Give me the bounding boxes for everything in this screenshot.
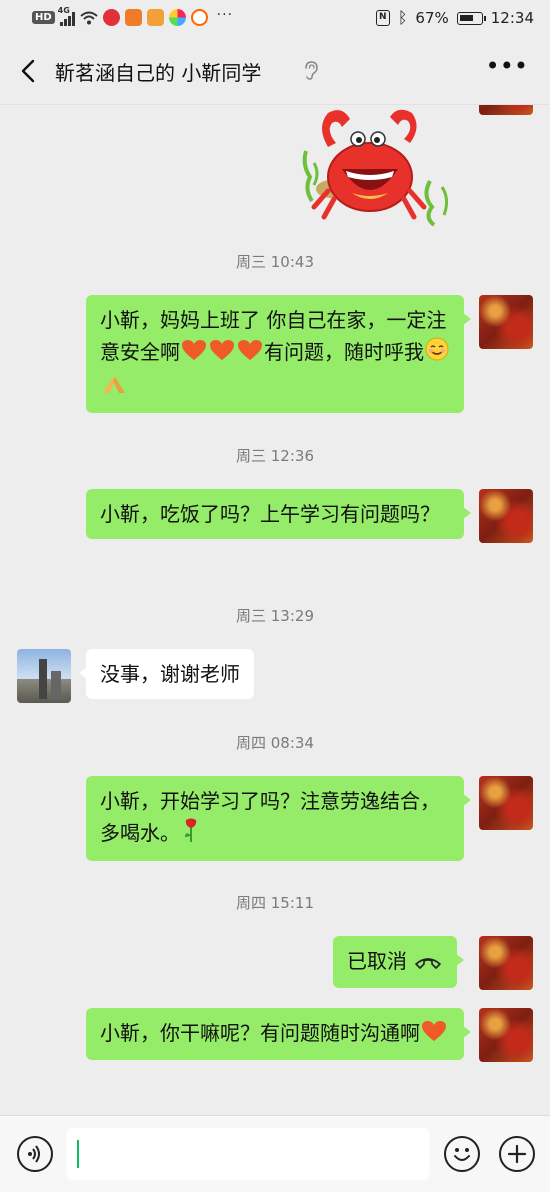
avatar[interactable] [17,649,71,703]
message-text: 小靳，开始学习了吗？注意劳逸结合，多喝水。 [100,789,440,845]
message-text: 小靳，你干嘛呢？有问题随时沟通啊 [100,1021,420,1045]
message-text: 已取消 [347,949,407,973]
call-icon [414,947,442,979]
more-notifications-icon: ··· [216,6,234,23]
sent-message[interactable]: 小靳，妈妈上班了 你自己在家，一定注意安全啊 有问题，随时呼我 [86,295,471,413]
chat-header: 靳茗涵自己的 小靳同学 ••• [0,38,550,105]
chat-title: 靳茗涵自己的 小靳同学 [55,61,262,85]
battery-percent: 67% [415,9,449,27]
status-left: HD 4G ··· [32,6,234,26]
text-caret [77,1140,79,1168]
avatar[interactable] [479,489,533,543]
message-text: 小靳，吃饭了吗？上午学习有问题吗？ [100,502,440,526]
plus-icon[interactable] [499,1136,535,1172]
app-icon-1 [102,9,120,26]
heart-emoji [237,338,263,370]
avatar[interactable] [479,295,533,349]
hd-badge: HD [32,11,55,24]
wifi-icon [80,11,98,24]
smile-emoji [425,337,449,370]
message-list[interactable]: 周三 10:43 小靳，妈妈上班了 你自己在家，一定注意安全啊 有问题，随时呼我 … [0,105,550,1115]
signal-icon: 4G [58,6,75,26]
bluetooth-icon: ᛒ [397,8,408,27]
message-text-tail: 有问题，随时呼我 [264,340,424,364]
call-cancelled-message[interactable]: 已取消 [333,936,465,988]
clock: 12:34 [490,9,534,27]
app-icon-5 [190,9,208,26]
avatar[interactable] [479,105,533,115]
app-icon-2 [124,9,142,26]
heart-emoji [421,1019,447,1051]
timestamp: 周三 10:43 [236,253,314,271]
pray-emoji [101,371,127,404]
received-message[interactable]: 没事，谢谢老师 [79,649,254,699]
heart-emoji [209,338,235,370]
timestamp: 周四 15:11 [236,894,314,912]
status-bar: HD 4G ··· N ᛒ 67% 12:34 [0,0,550,38]
sent-message[interactable]: 小靳，吃饭了吗？上午学习有问题吗？ [86,489,471,539]
app-icon-4 [168,9,186,26]
more-icon[interactable]: ••• [486,52,528,80]
rose-emoji [181,817,201,852]
avatar[interactable] [479,1008,533,1062]
battery-icon [456,11,486,25]
crab-sticker[interactable] [298,107,460,229]
avatar[interactable] [479,776,533,830]
input-bar [0,1115,550,1192]
status-right: N ᛒ 67% 12:34 [375,8,534,27]
sent-message[interactable]: 小靳，开始学习了吗？注意劳逸结合，多喝水。 [86,776,471,861]
avatar[interactable] [479,936,533,990]
nfc-icon: N [375,10,390,26]
ear-icon [305,61,318,80]
timestamp: 周四 08:34 [236,734,314,752]
message-input[interactable] [67,1128,429,1180]
voice-icon[interactable] [17,1136,53,1172]
app-icon-3 [146,9,164,26]
message-text: 没事，谢谢老师 [100,662,240,686]
back-arrow-icon[interactable] [14,56,44,86]
timestamp: 周三 12:36 [236,447,314,465]
sent-message[interactable]: 小靳，你干嘛呢？有问题随时沟通啊 [86,1008,471,1060]
timestamp: 周三 13:29 [236,607,314,625]
emoji-icon[interactable] [444,1136,480,1172]
network-type: 4G [57,5,70,15]
heart-emoji [181,338,207,370]
